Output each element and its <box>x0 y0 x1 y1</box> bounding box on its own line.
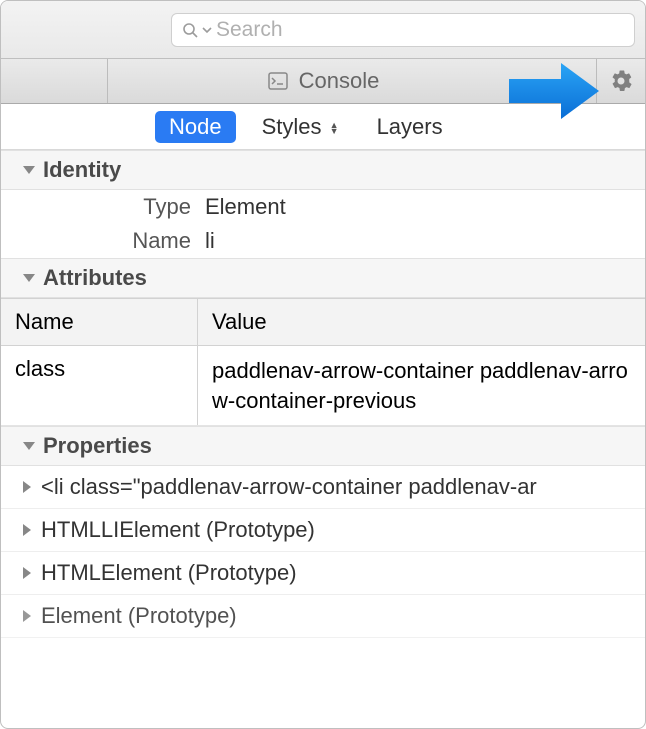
section-label: Identity <box>43 157 121 183</box>
property-label: HTMLLIElement (Prototype) <box>41 517 315 543</box>
property-label: <li class="paddlenav-arrow-container pad… <box>41 474 537 500</box>
stepper-icon: ▲▼ <box>330 122 339 134</box>
tab-layers[interactable]: Layers <box>365 111 455 143</box>
section-header-identity[interactable]: Identity <box>1 150 645 190</box>
attributes-header-row: Name Value <box>1 299 645 346</box>
section-header-attributes[interactable]: Attributes <box>1 258 645 298</box>
titlebar <box>1 1 645 59</box>
callout-arrow-icon <box>509 61 599 121</box>
attributes-header-value: Value <box>198 299 645 345</box>
attribute-value: paddlenav-arrow-container paddlenav-arro… <box>198 346 645 425</box>
disclosure-right-icon <box>23 524 31 536</box>
search-field-wrap[interactable] <box>171 13 635 47</box>
disclosure-right-icon <box>23 481 31 493</box>
section-header-properties[interactable]: Properties <box>1 426 645 466</box>
property-row[interactable]: Element (Prototype) <box>1 595 645 638</box>
settings-button[interactable] <box>605 65 637 97</box>
identity-type-label: Type <box>101 194 191 220</box>
console-tab-button[interactable]: Console <box>267 68 380 94</box>
property-row[interactable]: HTMLLIElement (Prototype) <box>1 509 645 552</box>
property-label: Element (Prototype) <box>41 603 237 629</box>
search-input[interactable] <box>216 18 624 42</box>
tab-node[interactable]: Node <box>155 111 236 143</box>
identity-name-label: Name <box>101 228 191 254</box>
property-row[interactable]: HTMLElement (Prototype) <box>1 552 645 595</box>
disclosure-right-icon <box>23 567 31 579</box>
tab-styles-label: Styles <box>262 114 322 139</box>
attribute-name: class <box>1 346 198 425</box>
attribute-row[interactable]: class paddlenav-arrow-container paddlena… <box>1 346 645 426</box>
inspector-window: Console Node Styles ▲▼ Layers Identity T… <box>0 0 646 729</box>
disclosure-down-icon <box>23 274 35 282</box>
attributes-header-name: Name <box>1 299 198 345</box>
section-label: Properties <box>43 433 152 459</box>
chevron-down-icon <box>202 25 212 35</box>
tab-styles[interactable]: Styles ▲▼ <box>250 111 351 143</box>
divider <box>107 59 108 103</box>
search-icon <box>182 22 198 38</box>
disclosure-down-icon <box>23 166 35 174</box>
disclosure-right-icon <box>23 610 31 622</box>
section-label: Attributes <box>43 265 147 291</box>
identity-name-value: li <box>205 228 215 254</box>
property-row[interactable]: <li class="paddlenav-arrow-container pad… <box>1 466 645 509</box>
console-tab-label: Console <box>299 68 380 94</box>
identity-name-row: Name li <box>1 224 645 258</box>
property-label: HTMLElement (Prototype) <box>41 560 297 586</box>
identity-type-value: Element <box>205 194 286 220</box>
console-icon <box>267 70 289 92</box>
disclosure-down-icon <box>23 442 35 450</box>
gear-icon <box>609 69 633 93</box>
identity-type-row: Type Element <box>1 190 645 224</box>
attributes-table: Name Value class paddlenav-arrow-contain… <box>1 298 645 426</box>
